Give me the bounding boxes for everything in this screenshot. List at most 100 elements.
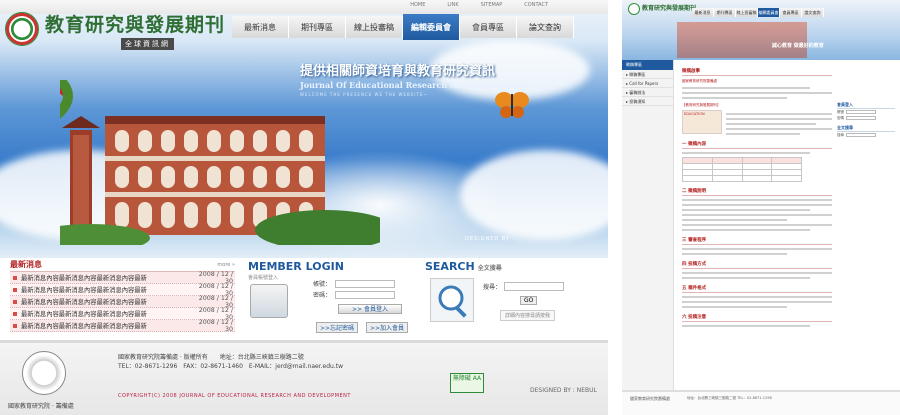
inner-search-title: 全文搜尋: [837, 125, 895, 132]
inner-password-input[interactable]: [846, 116, 876, 120]
login-form: 帳號： 密碼：: [313, 278, 413, 300]
section-title: 五 稿件格式: [682, 285, 832, 293]
institute-seal-icon: [628, 3, 640, 15]
section-title: 四 投稿方式: [682, 261, 832, 269]
inner-building-banner: [677, 22, 807, 58]
top-links: HOME LINK SITEMAP CONTACT: [410, 2, 548, 8]
hero-banner: HOME LINK SITEMAP CONTACT 教育研究與發展期刊 全球資訊…: [0, 0, 608, 258]
top-link-contact[interactable]: CONTACT: [524, 2, 548, 8]
password-input[interactable]: [335, 290, 396, 299]
nav-latest-news[interactable]: 最新消息: [232, 16, 289, 38]
bullet-icon: [13, 323, 17, 328]
section-title: 三 審查程序: [682, 237, 832, 245]
sidebar-heading: 徵稿專區: [622, 60, 673, 70]
section-title: 六 投稿注意: [682, 314, 832, 322]
top-link-home[interactable]: HOME: [410, 2, 425, 8]
inner-footer: 國家教育研究院籌備處 地址：台北縣三峽鎮三樹路二號 TEL：02-8671-12…: [622, 390, 900, 415]
data-table: [682, 157, 802, 182]
sidebar-item[interactable]: ▸ 審稿辦法: [622, 88, 673, 97]
bullet-icon: [13, 287, 17, 292]
sidebar-item[interactable]: ▸ Call for Papers: [622, 79, 673, 88]
inner-banner-text: 誠心教育 做最好的教育: [772, 43, 824, 49]
section-title: 二 徵稿說明: [682, 188, 832, 196]
news-more-link[interactable]: more »: [217, 262, 235, 268]
main-nav: 最新消息 期刊專區 線上投審稿 編輯委員會 會員專區 論文查詢: [232, 14, 574, 40]
magnifier-icon: [430, 278, 474, 322]
inner-nav-latest-news[interactable]: 最新消息: [692, 8, 714, 17]
page-title: 徵稿啟事: [682, 68, 832, 76]
account-label: 帳號：: [313, 281, 332, 288]
inner-nav-members[interactable]: 會員專區: [780, 8, 802, 17]
list-item[interactable]: 最新消息內容最新消息內容最新消息內容最新 2008 / 12 / 30: [10, 319, 235, 333]
inner-search-input[interactable]: [846, 133, 876, 137]
accessibility-badge[interactable]: 無障礙 AA: [450, 373, 484, 393]
designer-credit: DESIGNED BY : NEBUL: [530, 387, 597, 394]
institute-seal-icon: [22, 351, 66, 395]
inner-nav-editorial-board[interactable]: 編輯委員會: [758, 8, 780, 17]
footer-org: 國家教育研究院 · 籌備處: [8, 403, 74, 410]
inner-login-title: 會員登入: [837, 102, 895, 109]
nav-paper-search[interactable]: 論文查詢: [517, 16, 574, 38]
password-label: 密碼：: [313, 292, 332, 299]
education-tag: EDUCATION: [682, 110, 722, 134]
site-subtitle: 全球資訊網: [121, 38, 174, 50]
search-panel: SEARCH 全文搜尋 搜尋： GO 詳細內容搜尋請按我: [425, 260, 600, 340]
nav-journal[interactable]: 期刊專區: [289, 16, 346, 38]
inner-nav-paper-search[interactable]: 論文查詢: [802, 8, 824, 17]
search-form: 搜尋：: [483, 282, 565, 291]
intro-org: 國家教育研究院籌備處: [682, 79, 717, 83]
school-building-illustration: [60, 80, 380, 245]
butterfly-icon: [495, 92, 529, 118]
search-label: 搜尋：: [483, 284, 502, 291]
home-page: HOME LINK SITEMAP CONTACT 教育研究與發展期刊 全球資訊…: [0, 0, 608, 415]
search-subtitle: 全文搜尋: [477, 265, 502, 272]
join-member-button[interactable]: >>加入會員: [366, 322, 409, 333]
site-title: 教育研究與發展期刊: [45, 14, 226, 36]
hero-english-title: Journal Of Educational Research And Deve…: [300, 80, 538, 90]
news-title: 最新消息: [10, 260, 42, 269]
member-login-panel: MEMBER LOGIN 會員帳號登入 帳號： 密碼： >> 會員登入 >>忘記…: [248, 260, 418, 340]
member-login-title: MEMBER LOGIN: [248, 260, 344, 273]
top-link-link[interactable]: LINK: [447, 2, 458, 8]
search-go-button[interactable]: GO: [520, 296, 538, 305]
inner-nav-online-submission[interactable]: 線上投審稿: [736, 8, 758, 17]
intro-journal: 【教育研究與發展期刊】: [682, 103, 721, 107]
nav-editorial-board[interactable]: 編輯委員會: [403, 14, 460, 40]
inner-nav: 最新消息 期刊專區 線上投審稿 編輯委員會 會員專區 論文查詢: [692, 8, 824, 17]
inner-account-input[interactable]: [846, 110, 876, 114]
hero-tagline: 提供相關師資培育與教育研究資訊: [300, 64, 496, 79]
nav-online-submission[interactable]: 線上投審稿: [346, 16, 403, 38]
inner-main-content: 徵稿啟事 國家教育研究院籌備處 【教育研究與發展期刊】 EDUCATION 一 …: [682, 62, 832, 327]
sidebar-item[interactable]: ▸ 徵稿專區: [622, 70, 673, 79]
inner-sidebar: 徵稿專區 ▸ 徵稿專區 ▸ Call for Papers ▸ 審稿辦法 ▸ 投…: [622, 60, 674, 390]
laptop-icon: [250, 284, 288, 318]
inner-header: 教育研究與發展期刊 最新消息 期刊專區 線上投審稿 編輯委員會 會員專區 論文查…: [622, 0, 900, 60]
forgot-password-button[interactable]: >>忘記密碼: [316, 322, 359, 333]
bullet-icon: [13, 311, 17, 316]
section-title: 一 徵稿內容: [682, 141, 832, 149]
login-button[interactable]: >> 會員登入: [338, 304, 402, 314]
search-title: SEARCH 全文搜尋: [425, 260, 502, 273]
account-input[interactable]: [335, 279, 396, 288]
top-link-sitemap[interactable]: SITEMAP: [481, 2, 503, 8]
footer-contact: 國家教育研究院籌備處 · 版權所有 地址：台北縣三峽鎮三樹路二號 TEL：02-…: [118, 354, 344, 370]
bullet-icon: [13, 299, 17, 304]
nav-members[interactable]: 會員專區: [460, 16, 517, 38]
inner-footer-info: 地址：台北縣三峽鎮三樹路二號 TEL：02-8671-1296: [687, 396, 772, 400]
designed-by: DESIGNED BY :: [465, 236, 516, 242]
advanced-search-link[interactable]: 詳細內容搜尋請按我: [500, 310, 556, 321]
inner-right-panel: 會員登入 帳號 密碼 全文搜尋 搜尋: [837, 98, 895, 138]
inner-nav-journal[interactable]: 期刊專區: [714, 8, 736, 17]
sidebar-item[interactable]: ▸ 投稿須知: [622, 97, 673, 106]
inner-page: 教育研究與發展期刊 最新消息 期刊專區 線上投審稿 編輯委員會 會員專區 論文查…: [622, 0, 900, 415]
latest-news-panel: 最新消息 more » 最新消息內容最新消息內容最新消息內容最新 2008 / 1…: [10, 258, 235, 338]
inner-footer-org: 國家教育研究院籌備處: [630, 396, 670, 401]
footer: 國家教育研究院 · 籌備處 國家教育研究院籌備處 · 版權所有 地址：台北縣三峽…: [0, 340, 608, 415]
institute-seal-icon: [5, 12, 39, 46]
composite-screenshot: HOME LINK SITEMAP CONTACT 教育研究與發展期刊 全球資訊…: [0, 0, 900, 415]
hero-welcome: WELCOME THE PRESENCE WE THE WEBSITE~: [300, 92, 428, 97]
search-input[interactable]: [504, 282, 565, 291]
inner-site-title: 教育研究與發展期刊: [642, 5, 697, 12]
footer-copyright: COPYRIGHT(C) 2008 JOURNAL OF EDUCATIONAL…: [118, 393, 351, 399]
site-logo[interactable]: 教育研究與發展期刊 全球資訊網: [5, 6, 225, 52]
